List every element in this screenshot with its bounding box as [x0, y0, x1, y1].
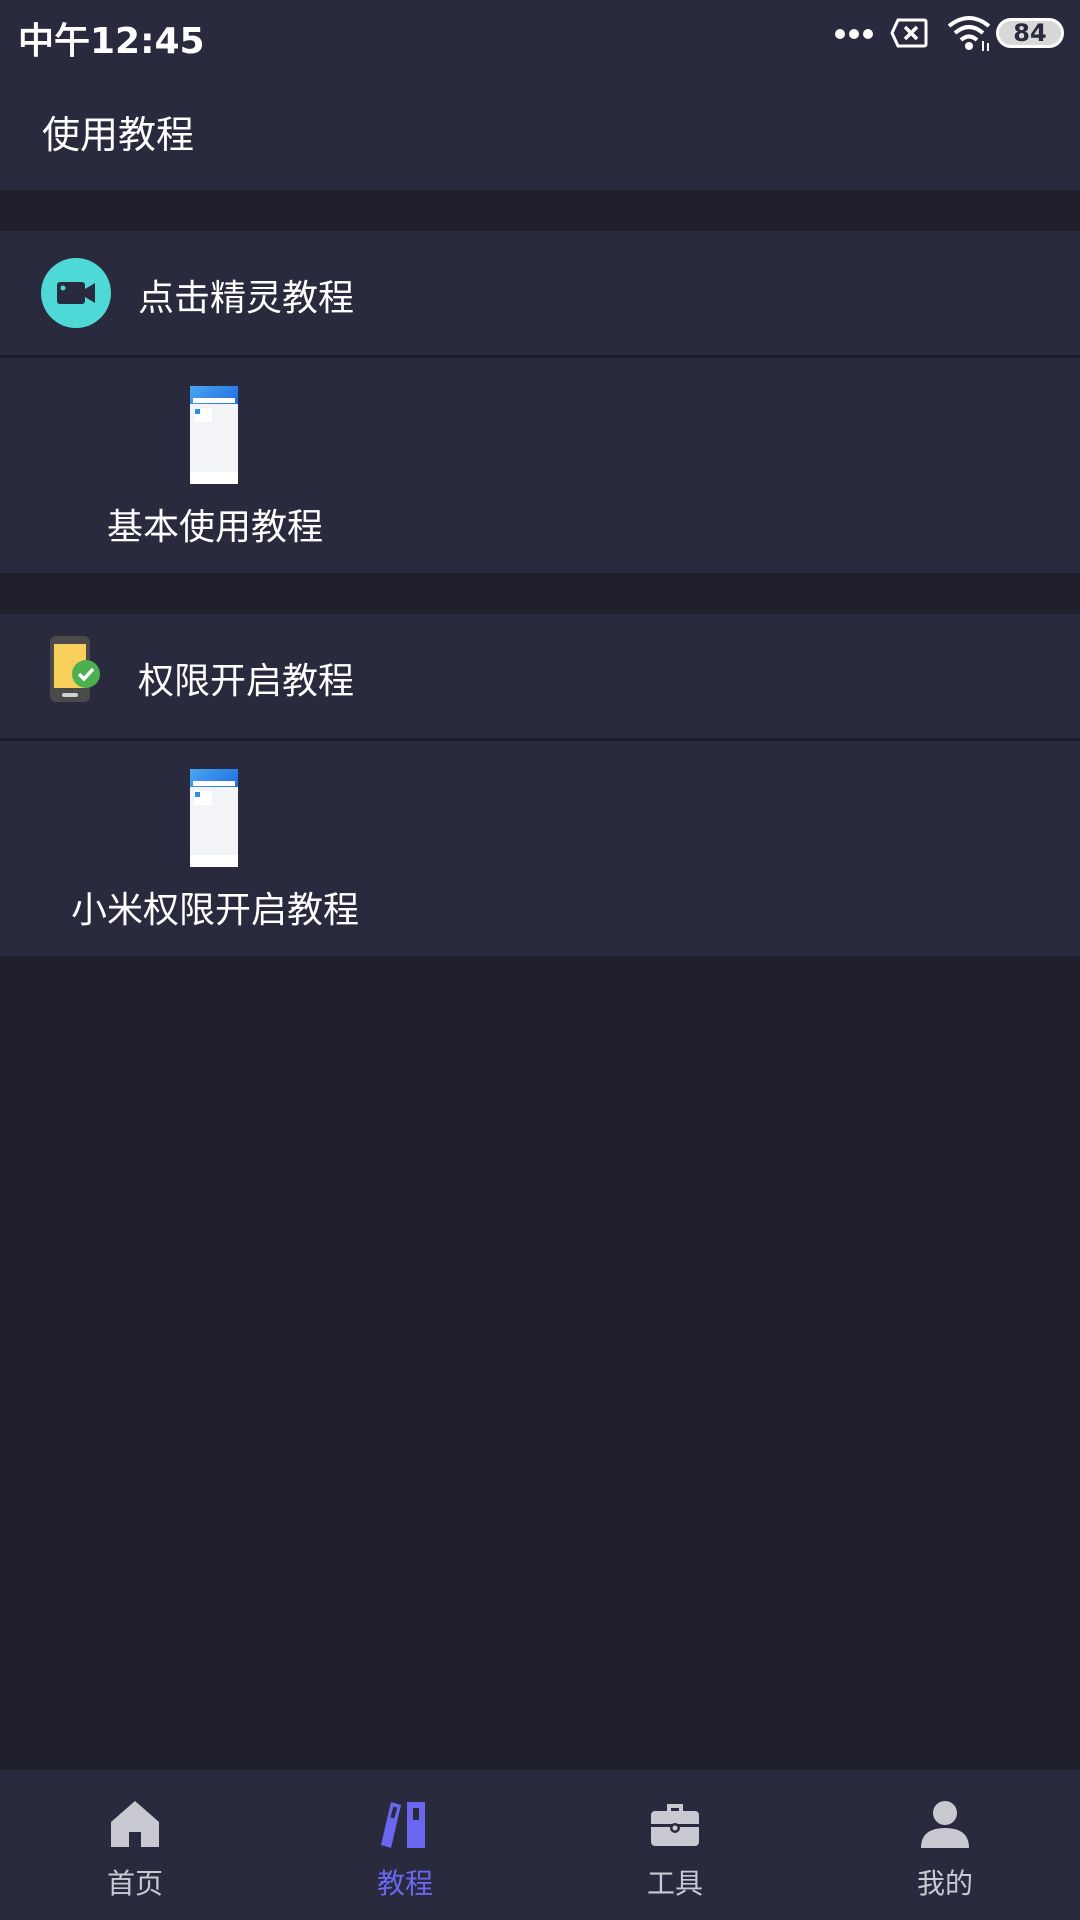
page-header: 使用教程: [0, 68, 1080, 190]
bottom-nav: 首页 教程 工具 我的: [0, 1770, 1080, 1920]
tutorial-item-label: 基本使用教程: [106, 507, 323, 548]
tutorial-thumbnail: [190, 769, 238, 867]
books-icon: [381, 1802, 425, 1848]
battery-icon: 84: [996, 18, 1064, 48]
section-header-permissions[interactable]: 权限开启教程: [0, 614, 1080, 738]
wifi-icon: [947, 16, 991, 51]
section-title: 点击精灵教程: [138, 278, 355, 319]
tab-label: 我的: [916, 1867, 973, 1900]
close-box-icon: [890, 18, 928, 48]
tab-label: 工具: [646, 1867, 703, 1900]
tab-tutorial[interactable]: 教程: [270, 1770, 540, 1920]
section-header-click-elf[interactable]: 点击精灵教程: [0, 231, 1080, 355]
tutorial-item-basic[interactable]: 基本使用教程: [0, 358, 430, 570]
toolbox-icon: [651, 1804, 699, 1846]
section-body-click-elf: 基本使用教程: [0, 358, 1080, 573]
more-dots-icon: [835, 29, 873, 39]
tutorial-item-xiaomi[interactable]: 小米权限开启教程: [0, 741, 430, 953]
tab-label: 教程: [376, 1867, 433, 1900]
tab-home[interactable]: 首页: [0, 1770, 270, 1920]
tutorial-item-label: 小米权限开启教程: [70, 890, 359, 931]
page-title: 使用教程: [42, 113, 195, 157]
tutorial-thumbnail: [190, 386, 238, 484]
status-time: 中午12:45: [18, 21, 205, 62]
status-bar: 中午12:45 84: [0, 0, 1080, 68]
home-icon: [111, 1801, 159, 1847]
phone-check-icon: [50, 636, 100, 702]
user-icon: [921, 1801, 969, 1848]
video-camera-icon: [41, 258, 111, 328]
tab-tools[interactable]: 工具: [540, 1770, 810, 1920]
section-title: 权限开启教程: [138, 661, 355, 702]
battery-level: 84: [1013, 19, 1047, 47]
section-body-permissions: 小米权限开启教程: [0, 741, 1080, 956]
tab-mine[interactable]: 我的: [810, 1770, 1080, 1920]
tab-label: 首页: [106, 1867, 163, 1900]
